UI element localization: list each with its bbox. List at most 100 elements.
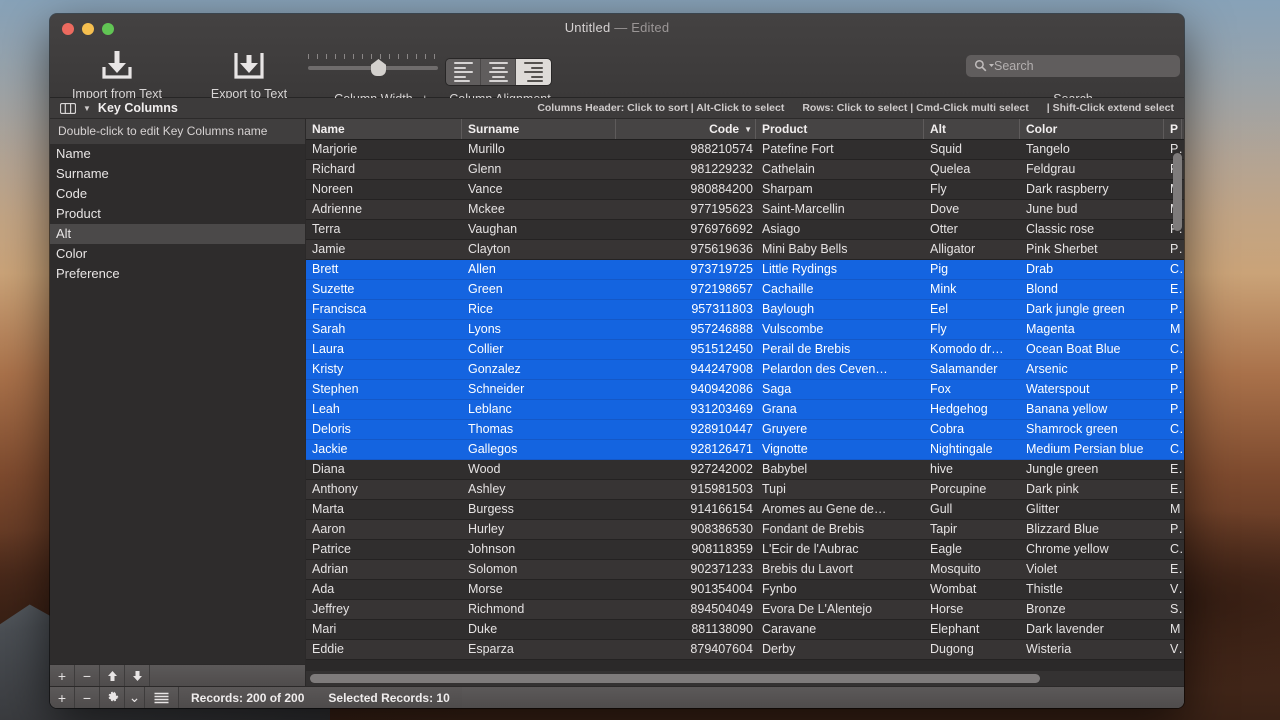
cell-name[interactable]: Sarah — [306, 320, 462, 339]
disclosure-triangle-icon[interactable]: ▼ — [83, 104, 91, 113]
cell-product[interactable]: Babybel — [756, 460, 924, 479]
table-row[interactable]: Terra Vaughan 976976692 Asiago Otter Classic … — [306, 220, 1184, 240]
cell-alt[interactable]: Nightingale — [924, 440, 1020, 459]
table-rows[interactable]: Marjorie Murillo 988210574 Patefine Fort Squ… — [306, 140, 1184, 671]
table-header-row[interactable]: Name Surname Code ▼ Product Alt Color P — [306, 119, 1184, 140]
table-row[interactable]: Francisca Rice 957311803 Baylough Eel Dark ju… — [306, 300, 1184, 320]
cell-product[interactable]: L'Ecir de l'Aubrac — [756, 540, 924, 559]
cell-alt[interactable]: hive — [924, 460, 1020, 479]
cell-name[interactable]: Francisca — [306, 300, 462, 319]
cell-color[interactable]: Chrome yellow — [1020, 540, 1164, 559]
table-row[interactable]: Jeffrey Richmond 894504049 Evora De L'Alent… — [306, 600, 1184, 620]
cell-product[interactable]: Pelardon des Ceven… — [756, 360, 924, 379]
key-column-item[interactable]: Name — [50, 144, 305, 164]
cell-color[interactable]: Dark raspberry — [1020, 180, 1164, 199]
cell-product[interactable]: Perail de Brebis — [756, 340, 924, 359]
cell-code[interactable]: 944247908 — [616, 360, 756, 379]
cell-surname[interactable]: Esparza — [462, 640, 616, 659]
cell-alt[interactable]: Alligator — [924, 240, 1020, 259]
cell-product[interactable]: Cathelain — [756, 160, 924, 179]
column-header-product[interactable]: Product — [756, 119, 924, 139]
cell-alt[interactable]: Squid — [924, 140, 1020, 159]
table-row[interactable]: Laura Collier 951512450 Perail de Brebis Kom… — [306, 340, 1184, 360]
cell-product[interactable]: Saint-Marcellin — [756, 200, 924, 219]
table-row[interactable]: Noreen Vance 980884200 Sharpam Fly Dark raspb… — [306, 180, 1184, 200]
cell-alt[interactable]: Eagle — [924, 540, 1020, 559]
key-column-item[interactable]: Color — [50, 244, 305, 264]
remove-key-column-button[interactable]: − — [75, 665, 100, 686]
cell-product[interactable]: Brebis du Lavort — [756, 560, 924, 579]
cell-surname[interactable]: Burgess — [462, 500, 616, 519]
cell-alt[interactable]: Mosquito — [924, 560, 1020, 579]
cell-color[interactable]: Dark jungle green — [1020, 300, 1164, 319]
table-row[interactable]: Deloris Thomas 928910447 Gruyere Cobra Shamro… — [306, 420, 1184, 440]
cell-alt[interactable]: Wombat — [924, 580, 1020, 599]
cell-alt[interactable]: Fly — [924, 320, 1020, 339]
cell-alt[interactable]: Porcupine — [924, 480, 1020, 499]
cell-product[interactable]: Derby — [756, 640, 924, 659]
cell-product[interactable]: Sharpam — [756, 180, 924, 199]
cell-surname[interactable]: Rice — [462, 300, 616, 319]
cell-color[interactable]: Blizzard Blue — [1020, 520, 1164, 539]
table-row[interactable]: Adrienne Mckee 977195623 Saint-Marcellin Dov… — [306, 200, 1184, 220]
cell-name[interactable]: Noreen — [306, 180, 462, 199]
cell-name[interactable]: Terra — [306, 220, 462, 239]
cell-product[interactable]: Cachaille — [756, 280, 924, 299]
cell-surname[interactable]: Gallegos — [462, 440, 616, 459]
cell-product[interactable]: Fynbo — [756, 580, 924, 599]
export-to-text-button[interactable]: Export to Text — [190, 47, 308, 101]
cell-alt[interactable]: Pig — [924, 260, 1020, 279]
cell-code[interactable]: 928126471 — [616, 440, 756, 459]
cell-color[interactable]: Dark lavender — [1020, 620, 1164, 639]
cell-color[interactable]: Drab — [1020, 260, 1164, 279]
cell-surname[interactable]: Gonzalez — [462, 360, 616, 379]
cell-code[interactable]: 951512450 — [616, 340, 756, 359]
column-header-surname[interactable]: Surname — [462, 119, 616, 139]
cell-product[interactable]: Asiago — [756, 220, 924, 239]
key-column-item[interactable]: Product — [50, 204, 305, 224]
cell-alt[interactable]: Komodo dr… — [924, 340, 1020, 359]
cell-surname[interactable]: Morse — [462, 580, 616, 599]
column-header-color[interactable]: Color — [1020, 119, 1164, 139]
add-record-button[interactable]: + — [50, 687, 75, 708]
cell-color[interactable]: Magenta — [1020, 320, 1164, 339]
cell-code[interactable]: 976976692 — [616, 220, 756, 239]
cell-product[interactable]: Vulscombe — [756, 320, 924, 339]
search-input[interactable] — [966, 55, 1180, 77]
table-row[interactable]: Sarah Lyons 957246888 Vulscombe Fly Magenta M — [306, 320, 1184, 340]
cell-alt[interactable]: Salamander — [924, 360, 1020, 379]
align-center-button[interactable] — [481, 59, 516, 85]
align-left-button[interactable] — [446, 59, 481, 85]
cell-color[interactable]: Violet — [1020, 560, 1164, 579]
cell-product[interactable]: Evora De L'Alentejo — [756, 600, 924, 619]
cell-name[interactable]: Adrian — [306, 560, 462, 579]
cell-surname[interactable]: Solomon — [462, 560, 616, 579]
add-key-column-button[interactable]: + — [50, 665, 75, 686]
cell-name[interactable]: Jackie — [306, 440, 462, 459]
cell-name[interactable]: Suzette — [306, 280, 462, 299]
cell-code[interactable]: 957311803 — [616, 300, 756, 319]
key-column-item[interactable]: Code — [50, 184, 305, 204]
cell-product[interactable]: Baylough — [756, 300, 924, 319]
table-row[interactable]: Marta Burgess 914166154 Aromes au Gene de… G… — [306, 500, 1184, 520]
cell-name[interactable]: Stephen — [306, 380, 462, 399]
gear-icon[interactable] — [100, 687, 125, 708]
align-right-button[interactable] — [516, 59, 551, 85]
cell-code[interactable]: 981229232 — [616, 160, 756, 179]
import-from-text-button[interactable]: Import from Text — [58, 47, 176, 101]
cell-surname[interactable]: Schneider — [462, 380, 616, 399]
cell-code[interactable]: 908386530 — [616, 520, 756, 539]
cell-code[interactable]: 988210574 — [616, 140, 756, 159]
cell-product[interactable]: Tupi — [756, 480, 924, 499]
column-alignment-segmented-control[interactable] — [446, 59, 551, 85]
cell-name[interactable]: Jeffrey — [306, 600, 462, 619]
key-columns-list[interactable]: Name Surname Code Product Alt Color Preference — [50, 144, 305, 664]
vertical-scrollbar[interactable] — [1173, 143, 1182, 668]
cell-alt[interactable]: Quelea — [924, 160, 1020, 179]
cell-name[interactable]: Mari — [306, 620, 462, 639]
cell-alt[interactable]: Otter — [924, 220, 1020, 239]
cell-name[interactable]: Aaron — [306, 520, 462, 539]
horizontal-scrollbar[interactable] — [306, 671, 1184, 686]
table-row[interactable]: Jackie Gallegos 928126471 Vignotte Nightinga… — [306, 440, 1184, 460]
cell-product[interactable]: Mini Baby Bells — [756, 240, 924, 259]
